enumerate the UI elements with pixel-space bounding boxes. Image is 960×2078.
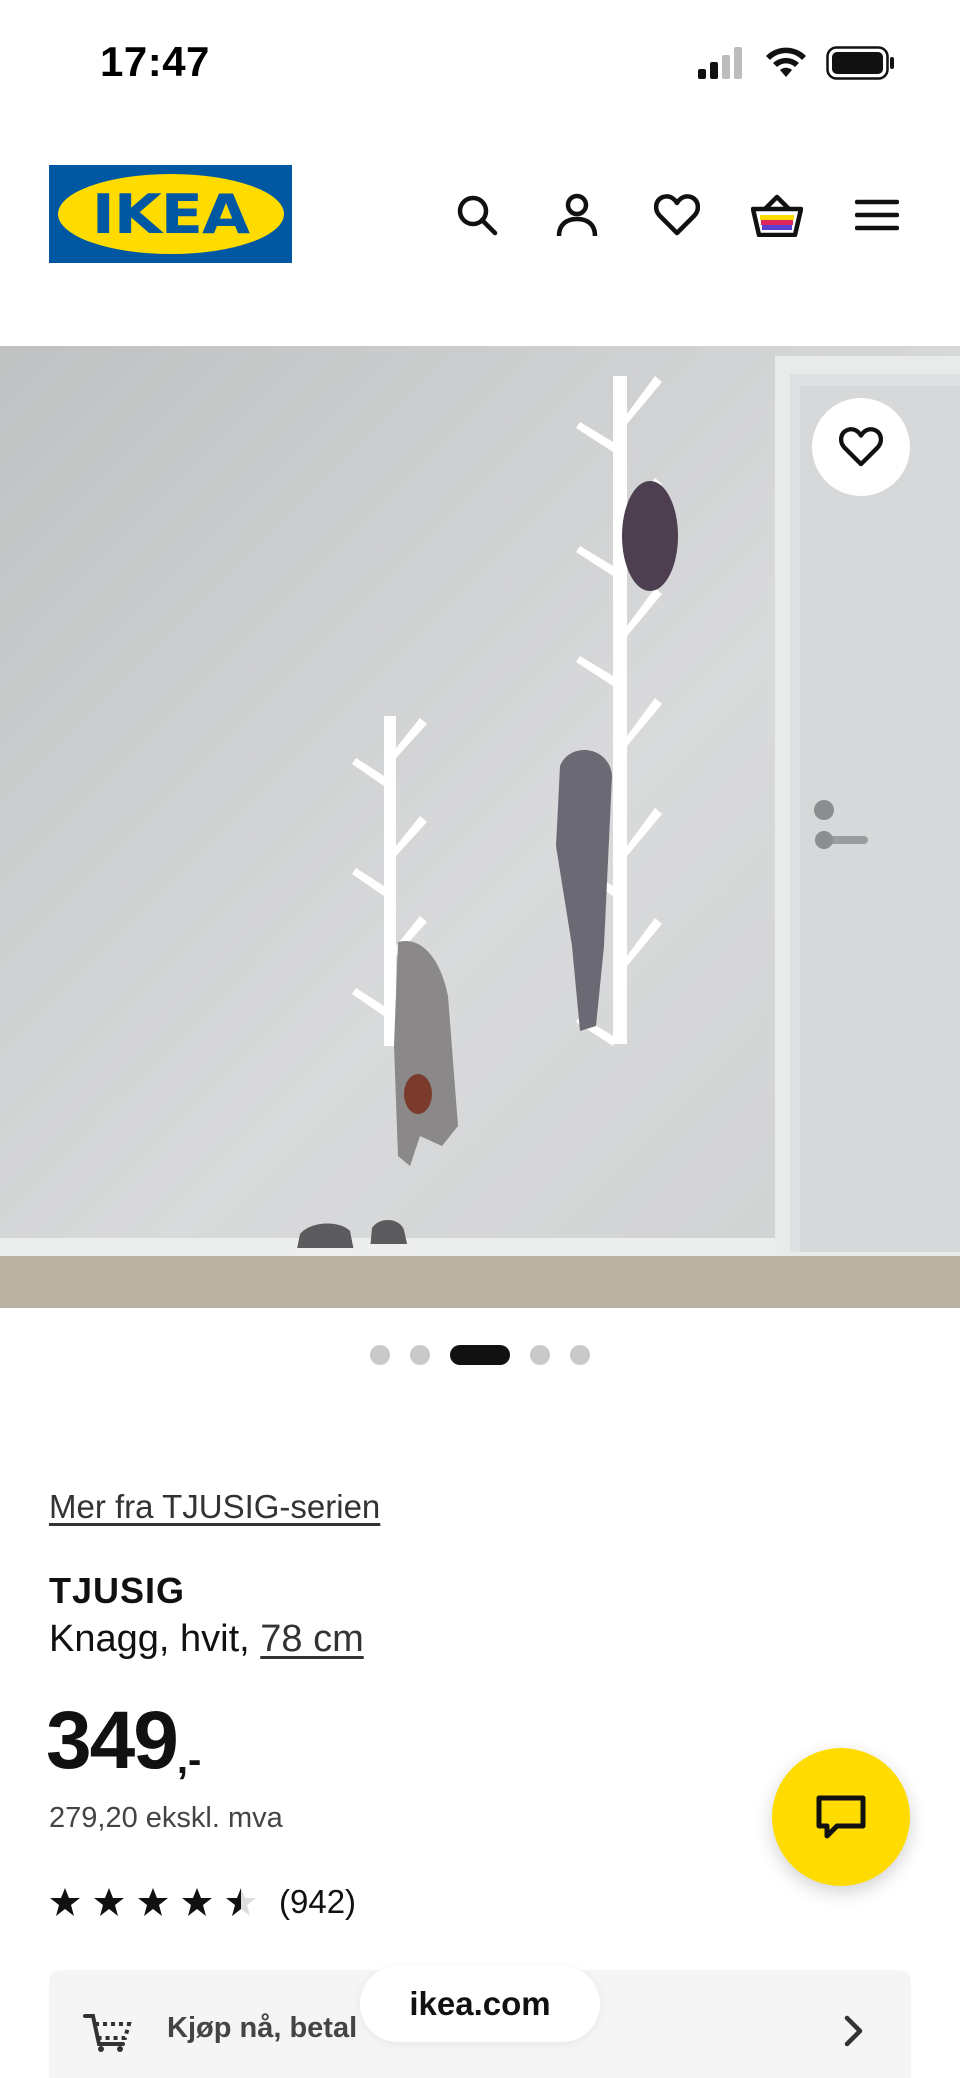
star-icon	[182, 1888, 212, 1916]
chat-button[interactable]	[772, 1748, 910, 1886]
rating[interactable]: (942)	[49, 1883, 356, 1921]
carousel-dot-active[interactable]	[450, 1345, 510, 1365]
carousel-dot[interactable]	[530, 1345, 550, 1365]
menu-button[interactable]	[850, 188, 904, 242]
product-description-text: Knagg, hvit,	[49, 1618, 261, 1660]
price-suffix: ,-	[176, 1738, 202, 1782]
product-photo	[0, 346, 960, 1308]
carousel-dot[interactable]	[410, 1345, 430, 1365]
price: 349 ,-	[46, 1700, 201, 1783]
half-star-icon	[226, 1888, 256, 1916]
star-icon	[50, 1888, 80, 1916]
site-header: IKEA	[0, 150, 960, 280]
carousel-dots	[0, 1345, 960, 1365]
chat-icon	[816, 1795, 866, 1839]
wifi-icon	[766, 47, 806, 77]
size-link[interactable]: 78 cm	[260, 1618, 363, 1660]
series-link[interactable]: Mer fra TJUSIG-serien	[49, 1488, 380, 1526]
battery-icon	[826, 46, 894, 80]
browser-url-bar[interactable]: ikea.com	[360, 1966, 600, 2042]
favorite-button[interactable]	[812, 398, 910, 496]
wishlist-button[interactable]	[650, 188, 704, 242]
logo-oval: IKEA	[57, 174, 284, 254]
menu-icon	[855, 199, 899, 231]
carousel-dot[interactable]	[370, 1345, 390, 1365]
product-image[interactable]	[0, 346, 960, 1308]
product-name: TJUSIG	[49, 1570, 186, 1611]
price-excl-vat: 279,20 ekskl. mva	[49, 1802, 283, 1834]
chevron-right-icon	[844, 2015, 863, 2047]
search-icon	[457, 195, 498, 236]
ikea-logo[interactable]: IKEA	[49, 165, 292, 263]
star-icon	[94, 1888, 124, 1916]
signal-icon	[698, 47, 742, 79]
price-integer: 349	[46, 1695, 179, 1786]
basket-icon	[751, 194, 803, 237]
search-button[interactable]	[450, 188, 504, 242]
heart-icon	[654, 194, 700, 236]
account-button[interactable]	[550, 188, 604, 242]
product-description: Knagg, hvit, 78 cm	[49, 1618, 364, 1661]
cart-icon	[83, 2014, 132, 2052]
status-icons	[696, 46, 896, 80]
pay-later-text: Kjøp nå, betal	[167, 2012, 358, 2044]
logo-text: IKEA	[91, 182, 250, 246]
rating-stars	[49, 1887, 257, 1917]
rating-count: (942)	[279, 1883, 357, 1920]
heart-icon	[839, 427, 883, 467]
star-icon	[138, 1888, 168, 1916]
status-time: 17:47	[100, 38, 210, 85]
account-icon	[556, 193, 598, 237]
header-icons	[450, 188, 904, 242]
status-bar: 17:47	[0, 0, 960, 120]
carousel-dot[interactable]	[570, 1345, 590, 1365]
basket-button[interactable]	[750, 188, 804, 242]
